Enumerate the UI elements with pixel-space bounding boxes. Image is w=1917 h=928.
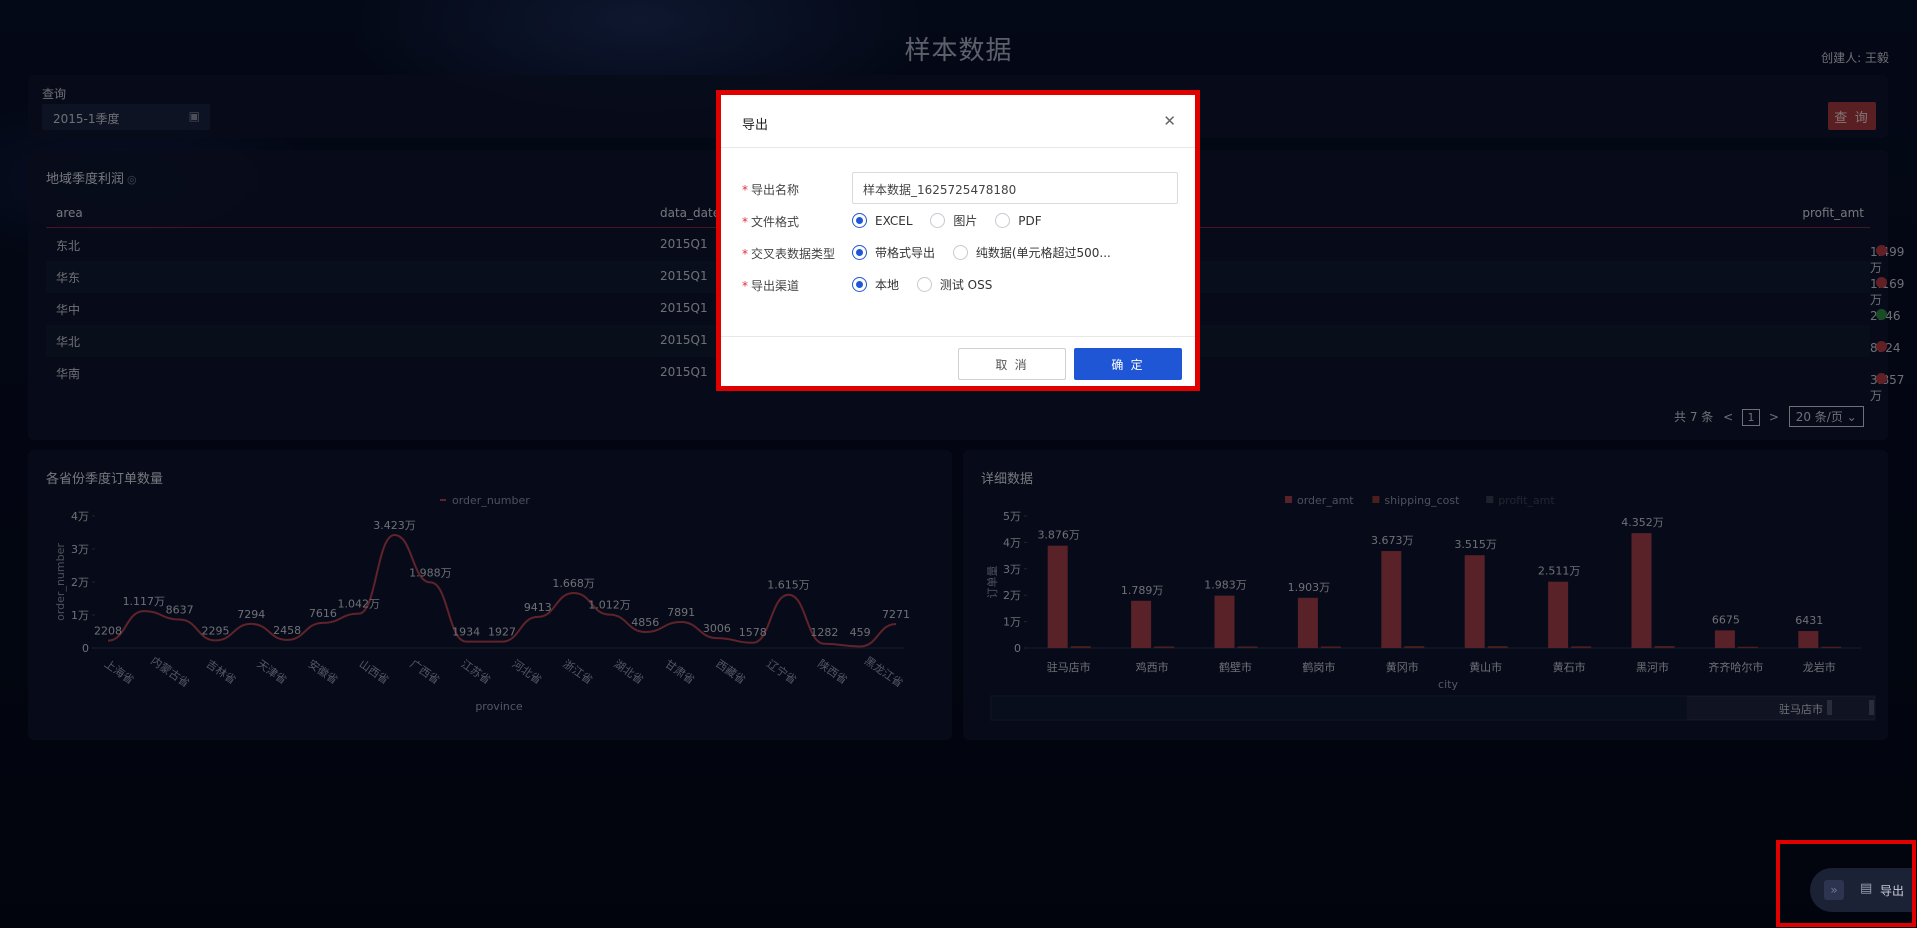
label-text: 文件格式 <box>751 215 800 229</box>
floating-export-button[interactable]: » ▤ 导出 <box>1810 868 1914 912</box>
file-format-label: * 文件格式 <box>742 215 800 229</box>
confirm-button[interactable]: 确 定 <box>1074 348 1182 380</box>
cancel-button[interactable]: 取 消 <box>958 348 1066 380</box>
format-image-radio[interactable]: 图片 <box>930 212 977 229</box>
dialog-title: 导出 <box>742 118 769 133</box>
channel-oss-radio[interactable]: 测试 OSS <box>916 276 993 293</box>
option-label: 纯数据(单元格超过500... <box>975 246 1111 260</box>
option-label: 测试 OSS <box>939 278 993 292</box>
channel-local-radio[interactable]: 本地 <box>852 276 899 293</box>
file-format-group: EXCEL 图片 PDF <box>852 212 1056 229</box>
close-icon[interactable]: ✕ <box>1163 112 1176 130</box>
export-dialog: 导出 ✕ * 导出名称 样本数据_1625725478180 * 文件格式 EXCE… <box>716 90 1200 391</box>
export-channel-label: * 导出渠道 <box>742 279 800 293</box>
export-label: 导出 <box>1880 884 1905 898</box>
format-excel-radio[interactable]: EXCEL <box>852 213 913 228</box>
export-name-label: * 导出名称 <box>742 183 800 197</box>
dialog-header: 导出 ✕ <box>716 90 1200 148</box>
crosstab-raw-radio[interactable]: 纯数据(单元格超过500... <box>952 244 1111 261</box>
label-text: 导出渠道 <box>751 279 800 293</box>
format-pdf-radio[interactable]: PDF <box>995 213 1042 228</box>
option-label: 带格式导出 <box>875 246 936 260</box>
double-chevron-icon[interactable]: » <box>1824 880 1844 900</box>
export-name-input[interactable]: 样本数据_1625725478180 <box>852 172 1178 204</box>
dialog-footer: 取 消 确 定 <box>716 336 1200 391</box>
option-label: 本地 <box>875 278 900 292</box>
label-text: 交叉表数据类型 <box>751 247 836 261</box>
crosstab-type-group: 带格式导出 纯数据(单元格超过500... <box>852 244 1125 261</box>
option-label: EXCEL <box>875 214 913 228</box>
export-channel-group: 本地 测试 OSS <box>852 276 1006 293</box>
doc-icon: ▤ <box>1860 881 1873 896</box>
option-label: PDF <box>1018 214 1042 228</box>
crosstab-formatted-radio[interactable]: 带格式导出 <box>852 244 935 261</box>
label-text: 导出名称 <box>751 183 800 197</box>
crosstab-type-label: * 交叉表数据类型 <box>742 247 836 261</box>
option-label: 图片 <box>953 214 978 228</box>
